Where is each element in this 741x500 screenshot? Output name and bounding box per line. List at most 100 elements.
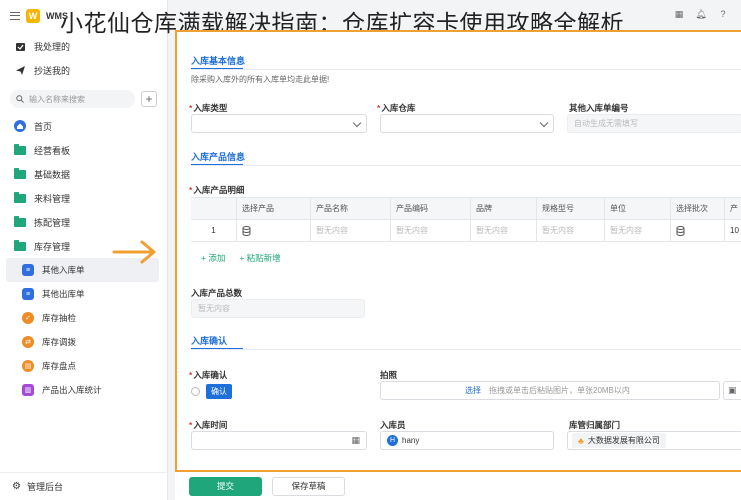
other-no-input: 自动生成无需填写 [567, 114, 741, 133]
confirm-option[interactable]: 确认 [191, 384, 232, 399]
table-header-cell: 产品编码 [391, 198, 471, 219]
select-product-button[interactable] [237, 220, 311, 241]
total-input: 暂无内容 [191, 299, 365, 318]
sidebar-item-picking[interactable]: 拣配管理 [0, 210, 167, 234]
sidebar-item-cc-me[interactable]: 抄送我的 [0, 58, 167, 82]
sidebar-item-basic-data[interactable]: 基础数据 [0, 162, 167, 186]
header-icons: ▦ 🔔︎ ? [673, 8, 729, 20]
table-header-cell: 选择产品 [237, 198, 311, 219]
org-icon: ♣ [578, 435, 584, 446]
calendar-icon: ▦ [351, 435, 360, 445]
paste-add-button[interactable]: + 粘贴新增 [239, 252, 280, 264]
total-label: 入库产品总数 [191, 288, 243, 298]
product-table: 选择产品 产品名称 产品编码 品牌 规格型号 单位 选择批次 产 1 暂无内容 … [191, 197, 741, 242]
confirm-radio[interactable] [191, 387, 200, 396]
sidebar-item-other-outbound[interactable]: ≡ 其他出库单 [0, 282, 167, 306]
sidebar-item-stats[interactable]: ▥ 产品出入库统计 [0, 378, 167, 402]
sidebar-item-label: 产品出入库统计 [42, 385, 102, 395]
home-icon [14, 120, 26, 132]
sidebar-item-stocktake[interactable]: ▤ 库存盘点 [0, 354, 167, 378]
gear-icon: ⚙ [12, 481, 21, 492]
confirm-tag: 确认 [206, 384, 232, 399]
sidebar-item-label: 库存抽检 [42, 313, 77, 323]
product-code-cell: 暂无内容 [391, 220, 471, 241]
dept-value: 大数据发展有限公司 [587, 436, 660, 445]
unit-cell: 暂无内容 [605, 220, 671, 241]
section-confirm-title: 入库确认 [191, 336, 228, 346]
photo-upload[interactable]: 选择 拖拽或单击后粘贴图片，单张20MB以内 [380, 381, 720, 400]
sidebar-item-label: 抄送我的 [34, 65, 71, 76]
sidebar-item-label: 首页 [34, 121, 53, 132]
chart-icon: ▥ [22, 384, 34, 396]
submit-button[interactable]: 提交 [189, 476, 262, 496]
sidebar-item-label: 库存盘点 [42, 361, 77, 371]
sidebar-item-label: 经营看板 [34, 145, 71, 156]
detail-label: *入库产品明细 [189, 185, 245, 195]
table-header-cell: 产 [730, 204, 738, 213]
add-button[interactable]: + [141, 91, 157, 107]
other-no-label: 其他入库单编号 [569, 103, 629, 113]
sidebar-item-transfer[interactable]: ⇄ 库存调拨 [0, 330, 167, 354]
quantity-cell: 10 [730, 226, 739, 235]
folder-open-icon [14, 239, 26, 251]
save-draft-button[interactable]: 保存草稿 [272, 476, 345, 496]
time-picker[interactable]: ▦ [191, 431, 367, 450]
type-label: *入库类型 [189, 103, 228, 113]
chevron-down-icon [539, 118, 549, 128]
warehouse-label: *入库仓库 [377, 103, 416, 113]
type-select[interactable] [191, 114, 367, 133]
sidebar-item-spot-check[interactable]: ✓ 库存抽检 [0, 306, 167, 330]
table-header-cell: 产品名称 [311, 198, 391, 219]
warehouse-select[interactable] [380, 114, 554, 133]
transfer-icon: ⇄ [22, 336, 34, 348]
sidebar-item-label: 库存管理 [34, 241, 71, 252]
help-icon[interactable]: ? [717, 8, 729, 20]
table-header-cell: 品牌 [471, 198, 537, 219]
sidebar-item-incoming[interactable]: 来料管理 [0, 186, 167, 210]
table-actions: + 添加 + 粘贴新增 [201, 252, 281, 264]
folder-icon [14, 215, 26, 227]
section-product-title: 入库产品信息 [191, 152, 246, 162]
row-index: 1 [191, 220, 237, 241]
sidebar-item-label: 拣配管理 [34, 217, 71, 228]
add-row-button[interactable]: + 添加 [201, 252, 225, 264]
arrow-right-icon [112, 240, 156, 264]
section-divider [191, 69, 741, 70]
select-batch-button[interactable] [671, 220, 725, 241]
sidebar-item-home[interactable]: 首页 [0, 114, 167, 138]
folder-icon [14, 167, 26, 179]
search-input[interactable]: 输入名称来搜索 [10, 90, 135, 108]
bell-icon[interactable]: 🔔︎ [695, 8, 707, 20]
operator-field[interactable]: H hany [380, 431, 554, 450]
sidebar-item-dashboard[interactable]: 经营看板 [0, 138, 167, 162]
dept-label: 库管归属部门 [569, 420, 621, 430]
form-footer: 提交 保存草稿 [175, 472, 741, 500]
sidebar-item-label: 基础数据 [34, 169, 71, 180]
inbound-form: 入库基本信息 除采购入库外的所有入库单均走此单据! *入库类型 *入库仓库 其他… [175, 30, 741, 472]
search-icon [16, 95, 24, 103]
camera-button[interactable]: ▣ [723, 381, 741, 400]
sidebar-item-label: 其他出库单 [42, 289, 85, 299]
image-icon: ▣ [728, 385, 737, 395]
table-header-cell: 选择批次 [671, 198, 725, 219]
menu-icon[interactable] [10, 12, 20, 20]
brand-cell: 暂无内容 [471, 220, 537, 241]
photo-select-link[interactable]: 选择 [465, 385, 481, 396]
table-header-cell: 单位 [605, 198, 671, 219]
dept-field[interactable]: ♣ 大数据发展有限公司 [567, 431, 741, 450]
sidebar-item-admin[interactable]: ⚙ 管理后台 [0, 472, 167, 500]
database-icon [242, 225, 251, 236]
app-logo: W [26, 9, 40, 23]
operator-label: 入库员 [380, 420, 406, 430]
table-row: 1 暂无内容 暂无内容 暂无内容 暂无内容 暂无内容 10 [191, 220, 741, 242]
table-header: 选择产品 产品名称 产品编码 品牌 规格型号 单位 选择批次 产 [191, 198, 741, 220]
sidebar-item-label: 来料管理 [34, 193, 71, 204]
section-divider [191, 349, 741, 350]
apps-icon[interactable]: ▦ [673, 8, 685, 20]
operator-name: hany [402, 436, 420, 445]
clipboard-icon: ▤ [22, 360, 34, 372]
send-icon [14, 64, 26, 76]
sidebar-item-label: 库存调拨 [42, 337, 77, 347]
section-divider [191, 165, 741, 166]
section-basic-title: 入库基本信息 [191, 56, 246, 66]
